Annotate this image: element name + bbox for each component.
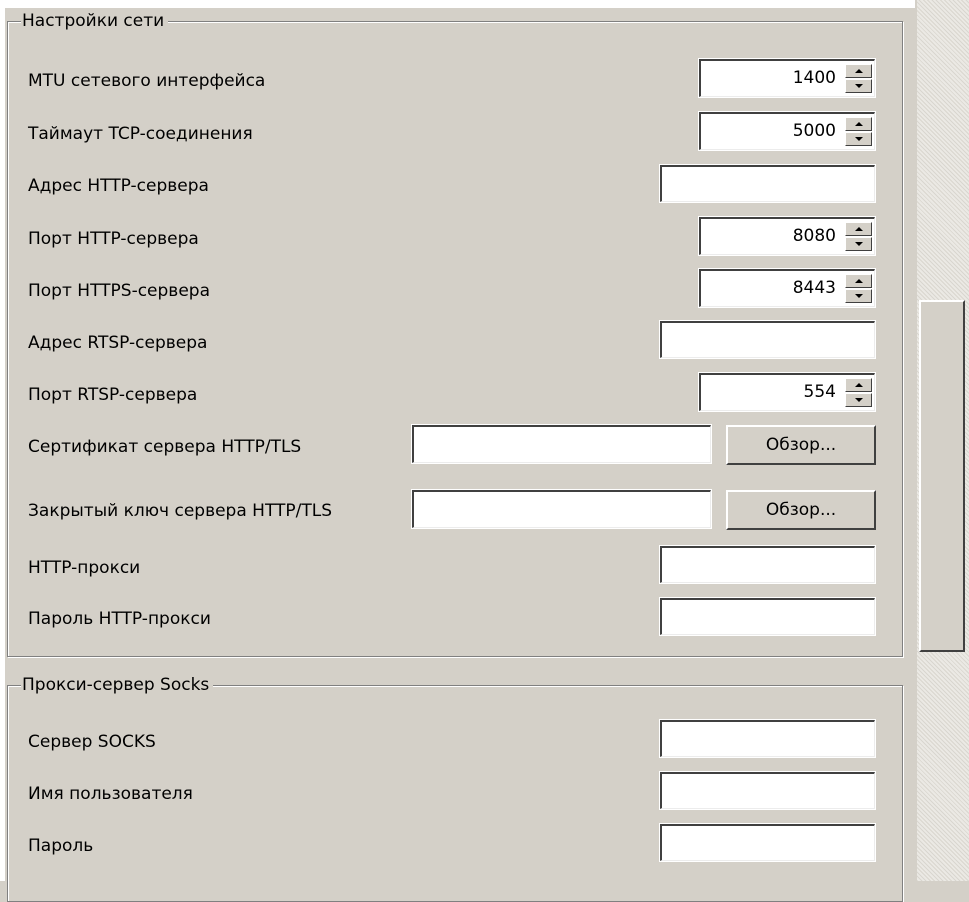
socks-proxy-group: Прокси-сервер Socks Сервер SOCKS Имя пол… [7, 675, 903, 902]
spin-down-arrow-icon[interactable] [845, 237, 872, 251]
tcp-timeout-spinbox[interactable]: 5000 [699, 112, 875, 150]
network-settings-title: Настройки сети [21, 11, 169, 31]
rtsp-port-spin-buttons [845, 378, 872, 408]
tls-key-input[interactable] [412, 490, 711, 528]
spin-up-arrow-icon[interactable] [845, 274, 872, 288]
spin-up-arrow-icon[interactable] [845, 378, 872, 392]
socks-password-label: Пароль [28, 836, 94, 856]
spin-down-arrow-icon[interactable] [845, 289, 872, 303]
panel-left-edge [0, 0, 5, 881]
https-port-spin-buttons [845, 274, 872, 304]
socks-username-label: Имя пользователя [28, 784, 193, 804]
tls-cert-browse-button[interactable]: Обзор... [726, 425, 876, 465]
socks-password-input[interactable] [660, 824, 875, 861]
spin-down-arrow-icon[interactable] [845, 132, 872, 146]
spin-down-arrow-icon[interactable] [845, 393, 872, 407]
https-port-label: Порт HTTPS-сервера [28, 281, 210, 301]
tls-cert-input[interactable] [412, 425, 711, 463]
http-proxy-password-input[interactable] [660, 598, 875, 635]
https-port-value: 8443 [792, 278, 836, 298]
network-settings-group: Настройки сети MTU сетевого интерфейса 1… [7, 11, 903, 657]
panel-top-edge [0, 0, 915, 8]
tcp-timeout-value: 5000 [792, 121, 836, 141]
mtu-label: MTU сетевого интерфейса [28, 71, 266, 91]
http-port-value: 8080 [792, 226, 836, 246]
http-port-label: Порт HTTP-сервера [28, 229, 199, 249]
socks-proxy-title: Прокси-сервер Socks [21, 675, 214, 695]
socks-server-input[interactable] [660, 720, 875, 757]
tls-key-browse-button[interactable]: Обзор... [726, 490, 876, 530]
http-port-spinbox[interactable]: 8080 [699, 217, 875, 255]
rtsp-address-input[interactable] [660, 321, 875, 358]
mtu-spin-buttons [845, 64, 872, 94]
tcp-timeout-label: Таймаут TCP-соединения [28, 124, 253, 144]
socks-server-label: Сервер SOCKS [28, 732, 156, 752]
spin-up-arrow-icon[interactable] [845, 222, 872, 236]
http-proxy-label: HTTP-прокси [28, 558, 141, 578]
spin-up-arrow-icon[interactable] [845, 64, 872, 78]
http-address-label: Адрес HTTP-сервера [28, 176, 209, 196]
mtu-spinbox[interactable]: 1400 [699, 59, 875, 97]
mtu-value: 1400 [792, 68, 836, 88]
vertical-scrollbar-thumb[interactable] [919, 300, 965, 652]
socks-username-input[interactable] [660, 772, 875, 809]
rtsp-port-spinbox[interactable]: 554 [699, 373, 875, 411]
tls-key-label: Закрытый ключ сервера HTTP/TLS [28, 501, 333, 521]
tls-cert-label: Сертификат сервера HTTP/TLS [28, 437, 302, 457]
rtsp-address-label: Адрес RTSP-сервера [28, 333, 208, 353]
http-proxy-input[interactable] [660, 546, 875, 583]
http-port-spin-buttons [845, 222, 872, 252]
rtsp-port-label: Порт RTSP-сервера [28, 385, 198, 405]
spin-up-arrow-icon[interactable] [845, 117, 872, 131]
http-proxy-password-label: Пароль HTTP-прокси [28, 609, 211, 629]
tcp-timeout-spin-buttons [845, 117, 872, 147]
spin-down-arrow-icon[interactable] [845, 79, 872, 93]
https-port-spinbox[interactable]: 8443 [699, 269, 875, 307]
rtsp-port-value: 554 [803, 382, 836, 402]
http-address-input[interactable] [660, 165, 875, 202]
